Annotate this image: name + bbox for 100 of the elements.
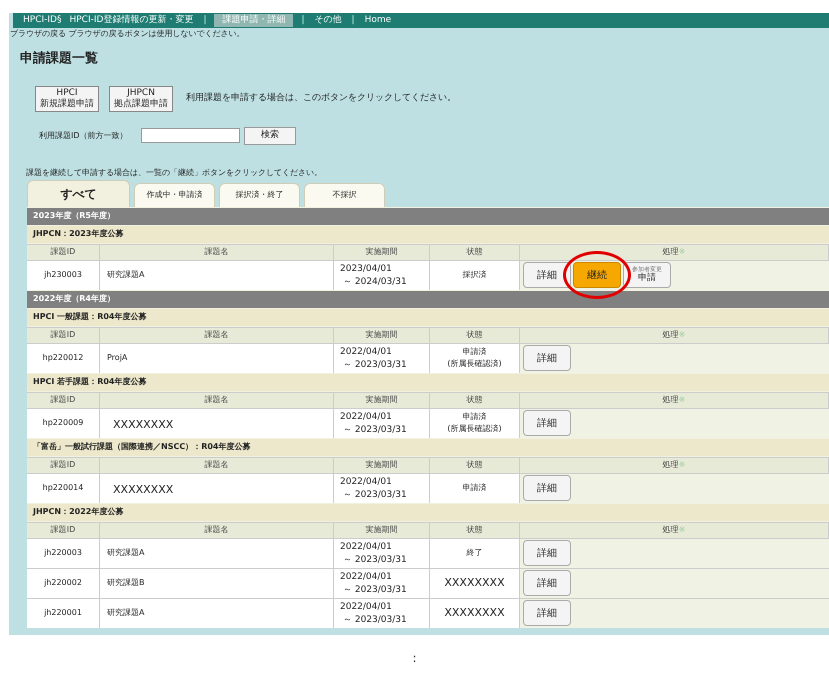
search-field[interactable] — [141, 128, 240, 143]
page-title: 申請課題一覧 — [20, 50, 99, 68]
filter-tab[interactable]: 採択済・終了 — [219, 182, 300, 206]
project-id: hp220014 — [42, 482, 84, 494]
column-header: 課題名 — [204, 524, 228, 536]
period-end: ～ 2023/03/31 — [343, 488, 408, 502]
column-header: 状態 — [466, 394, 482, 406]
note-mark: ※ — [678, 329, 686, 341]
button-label: 申請 — [638, 274, 656, 283]
project-name: 研究課題A — [107, 269, 144, 281]
column-header: 処理 — [662, 246, 679, 258]
project-id: jh220003 — [44, 547, 82, 559]
nav-link[interactable]: HPCI-ID登録情報の更新・変更 — [67, 14, 196, 28]
project-name: 研究課題A — [107, 547, 144, 559]
period-end: ～ 2023/03/31 — [343, 424, 408, 436]
year-header: 2022年度（R4年度） — [27, 290, 829, 308]
period-start: 2022/04/01 — [340, 600, 393, 614]
detail-button[interactable]: 詳細 — [523, 345, 571, 371]
column-header: 処理 — [662, 524, 679, 536]
continue-hint: 課題を継続して申請する場合は、一覧の「継続」ボタンをクリックしてください。 — [26, 166, 323, 178]
period-start: 2022/04/01 — [340, 540, 393, 554]
column-header: 実施期間 — [366, 246, 398, 258]
status-text: 終了 — [466, 547, 482, 559]
column-header: 実施期間 — [366, 329, 398, 341]
period-end: ～ 2023/03/31 — [343, 614, 408, 626]
status-text: XXXXXXXX — [444, 607, 505, 619]
note-mark: ※ — [678, 246, 686, 258]
nav-separator: | — [300, 14, 306, 27]
project-id: jh220001 — [44, 607, 82, 619]
column-header: 状態 — [466, 329, 482, 341]
status-text: (所属長確認済) — [447, 423, 502, 435]
note-mark: ※ — [678, 524, 686, 536]
notice-text: ブラウザの戻る ブラウザの戻るボタンは使用しないでください。 — [9, 28, 246, 40]
section-header: HPCI 一般課題：R04年度公募 — [27, 308, 829, 326]
detail-button[interactable]: 詳細 — [523, 570, 571, 596]
column-header: 実施期間 — [366, 524, 398, 536]
status-text: 申請済 — [462, 411, 486, 423]
project-name: XXXXXXXX — [113, 482, 174, 498]
project-id: jh230003 — [44, 269, 82, 281]
section-header: JHPCN：2022年度公募 — [27, 504, 829, 520]
project-name: XXXXXXXX — [113, 416, 174, 433]
new-application-button[interactable]: HPCI 新規課題申請 — [35, 86, 99, 112]
application-hint: 利用課題を申請する場合は、このボタンをクリックしてください。 — [186, 92, 456, 105]
column-header: 課題名 — [204, 394, 228, 406]
continue-button[interactable]: 継続 — [573, 262, 621, 288]
column-header: 課題ID — [50, 524, 76, 536]
period-end: ～ 2024/03/31 — [343, 276, 408, 288]
column-header: 実施期間 — [366, 459, 398, 471]
status-text: XXXXXXXX — [444, 577, 505, 589]
column-header: 課題名 — [204, 246, 228, 258]
column-header: 状態 — [466, 524, 482, 536]
period-start: 2022/04/01 — [340, 570, 393, 584]
period-start: 2022/04/01 — [340, 476, 393, 488]
column-header: 実施期間 — [366, 394, 398, 406]
period-start: 2022/04/01 — [340, 346, 393, 358]
section-header: JHPCN：2023年度公募 — [27, 226, 829, 242]
project-name: 研究課題B — [107, 577, 144, 589]
status-text: 申請済 — [462, 482, 486, 494]
period-end: ～ 2023/03/31 — [343, 584, 408, 596]
column-header: 課題ID — [50, 329, 76, 341]
search-button[interactable]: 検索 — [244, 126, 296, 144]
detail-button[interactable]: 詳細 — [523, 410, 571, 436]
period-start: 2023/04/01 — [340, 262, 393, 276]
status-text: 申請済 — [462, 346, 486, 358]
column-header: 課題ID — [50, 246, 76, 258]
filter-tab[interactable]: 作成中・申請済 — [134, 182, 215, 206]
project-id: hp220009 — [42, 417, 84, 429]
project-name: ProjA — [107, 352, 128, 364]
detail-button[interactable]: 詳細 — [523, 475, 571, 501]
column-header: 状態 — [466, 459, 482, 471]
search-label: 利用課題ID（前方一致） — [39, 130, 129, 142]
filter-tab[interactable]: すべて — [27, 180, 130, 206]
period-end: ～ 2023/03/31 — [343, 358, 408, 372]
period-start: 2022/04/01 — [340, 410, 393, 424]
filter-tab[interactable]: 不採択 — [304, 182, 385, 206]
column-header: 処理 — [662, 394, 679, 406]
column-header: 課題名 — [204, 329, 228, 341]
year-header: 2023年度（R5年度） — [27, 208, 829, 224]
continuation-mark: : — [412, 650, 417, 667]
note-mark: ※ — [678, 394, 686, 406]
column-header: 課題ID — [50, 459, 76, 471]
project-id: jh220002 — [44, 577, 82, 589]
section-header: 「富岳」一般試行課題（国際連携／NSCC）：R04年度公募 — [27, 438, 829, 456]
new-application-button[interactable]: JHPCN 拠点課題申請 — [109, 86, 173, 112]
detail-button[interactable]: 詳細 — [523, 262, 571, 288]
column-header: 処理 — [662, 459, 679, 471]
status-text: (所属長確認済) — [447, 358, 502, 370]
column-header: 課題名 — [204, 459, 228, 471]
note-mark: ※ — [678, 459, 686, 471]
nav-link[interactable]: その他 — [312, 14, 344, 28]
nav-link[interactable]: HPCI-ID§ — [21, 14, 64, 28]
detail-button[interactable]: 詳細 — [523, 540, 571, 566]
detail-button[interactable]: 詳細 — [523, 600, 571, 626]
section-header: HPCI 若手課題：R04年度公募 — [27, 374, 829, 390]
project-id: hp220012 — [42, 352, 84, 364]
nav-link[interactable]: Home — [362, 14, 394, 28]
period-end: ～ 2023/03/31 — [343, 554, 408, 566]
nav-separator: | — [202, 14, 208, 27]
status-text: 採択済 — [462, 269, 486, 281]
column-header: 状態 — [466, 246, 482, 258]
